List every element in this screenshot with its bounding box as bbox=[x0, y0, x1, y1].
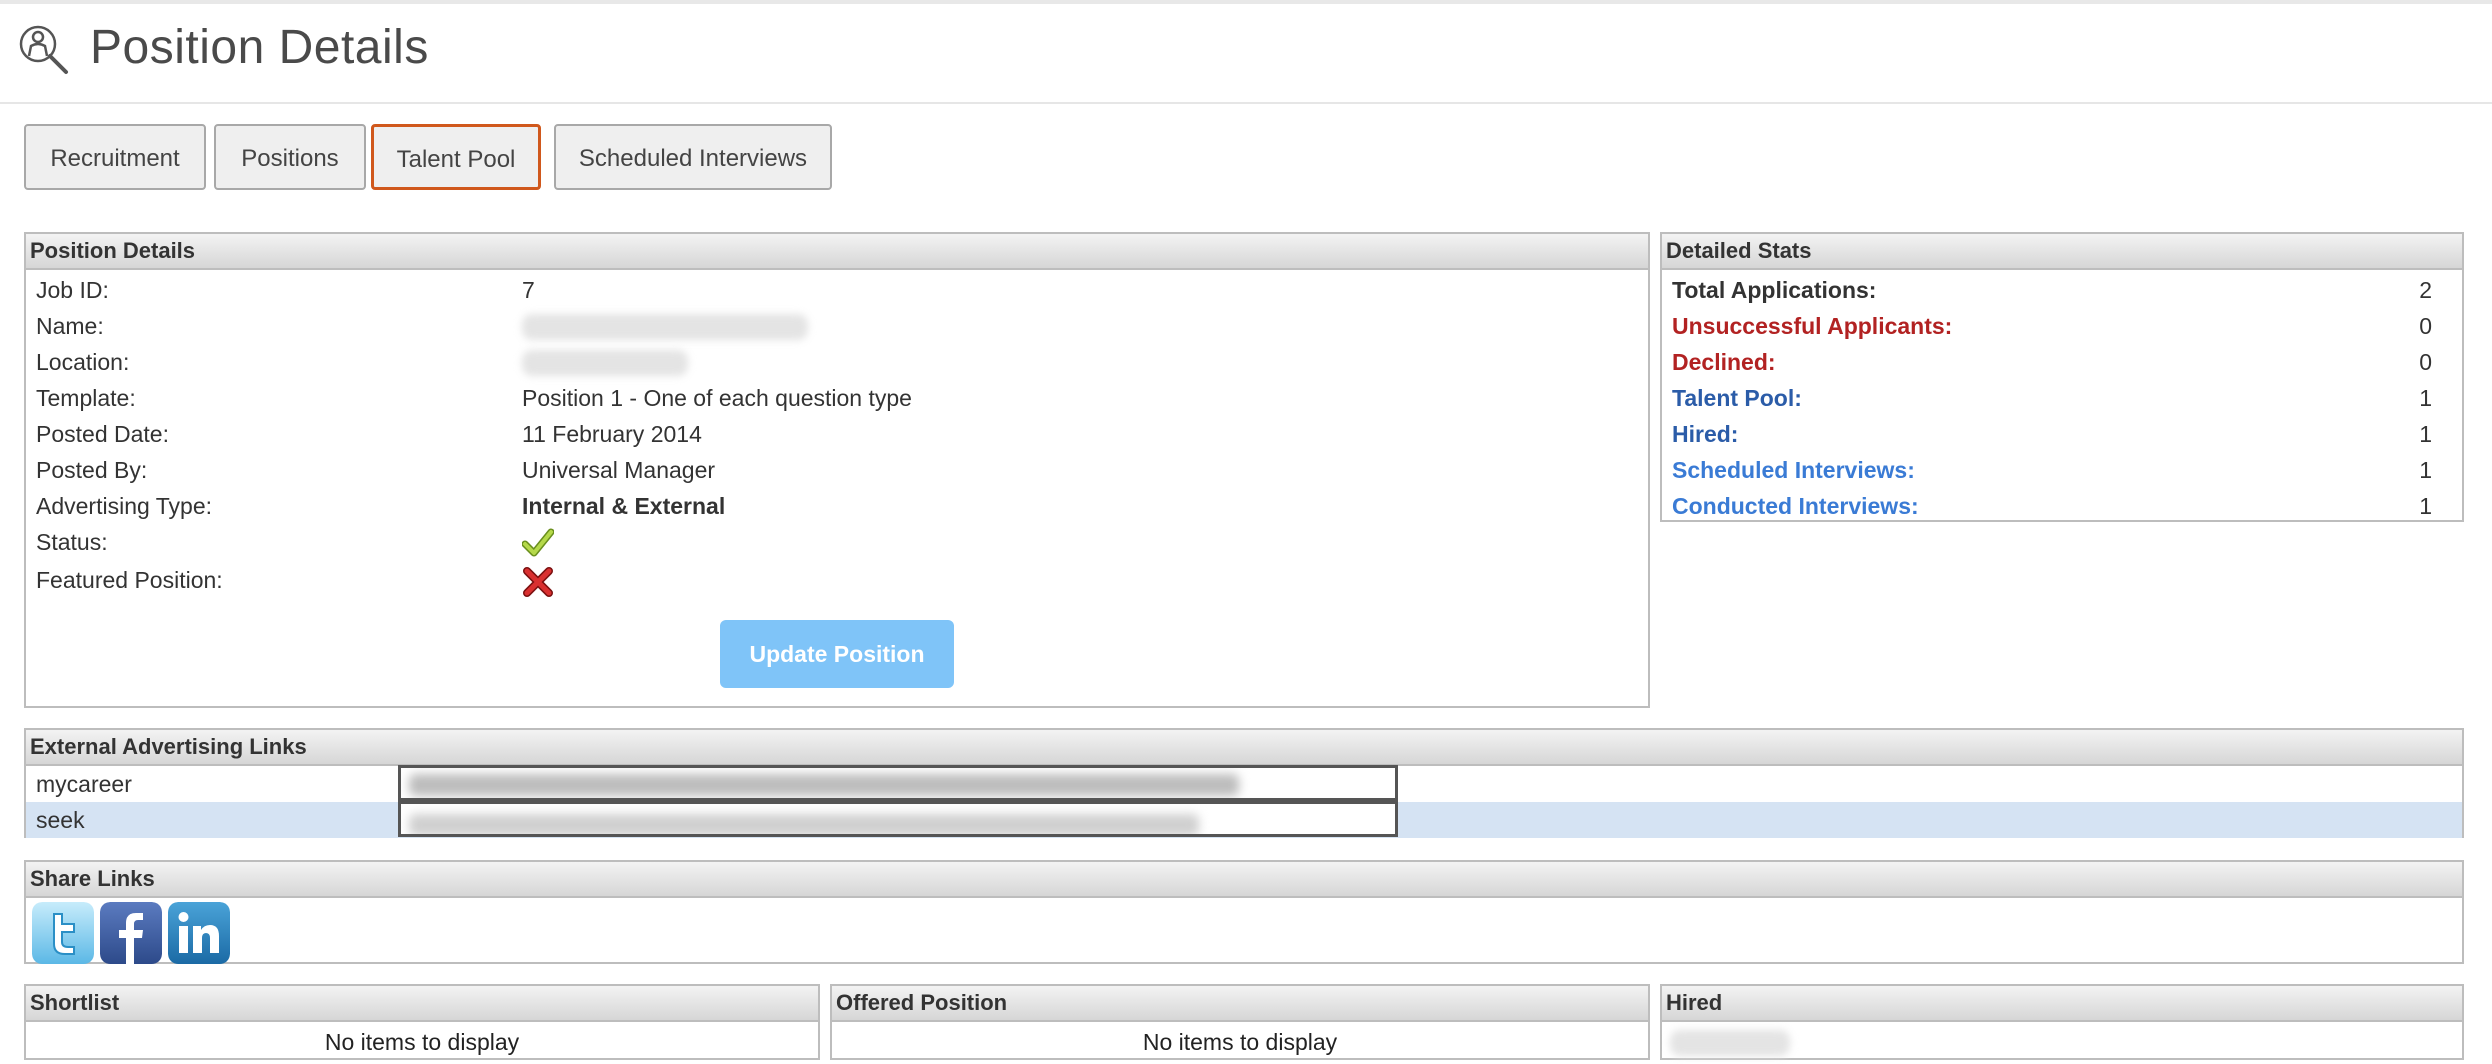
stat-unsuccessful-applicants: Unsuccessful Applicants: 0 bbox=[1662, 308, 2432, 344]
share-links-panel: Share Links bbox=[24, 860, 2464, 964]
stat-declined: Declined: 0 bbox=[1662, 344, 2432, 380]
redacted-hired-entry bbox=[1670, 1030, 1790, 1061]
stat-scheduled-interviews: Scheduled Interviews: 1 bbox=[1662, 452, 2432, 488]
panel-heading: Hired bbox=[1662, 986, 2462, 1022]
twitter-icon[interactable] bbox=[32, 902, 94, 964]
stat-label[interactable]: Hired: bbox=[1672, 416, 1738, 452]
facebook-icon[interactable] bbox=[100, 902, 162, 964]
stat-conducted-interviews: Conducted Interviews: 1 bbox=[1662, 488, 2432, 524]
field-value: Internal & External bbox=[522, 493, 726, 519]
stat-label[interactable]: Declined: bbox=[1672, 344, 1776, 380]
link-label: seek bbox=[36, 807, 85, 833]
stat-talent-pool: Talent Pool: 1 bbox=[1662, 380, 2432, 416]
shortlist-panel: Shortlist No items to display bbox=[24, 984, 820, 1060]
offered-position-panel: Offered Position No items to display bbox=[830, 984, 1650, 1060]
panel-heading: External Advertising Links bbox=[26, 730, 2462, 766]
hired-panel: Hired bbox=[1660, 984, 2464, 1060]
stat-value: 1 bbox=[2419, 493, 2432, 519]
field-label: Location: bbox=[36, 349, 130, 375]
stat-value: 0 bbox=[2419, 313, 2432, 339]
field-value: Position 1 - One of each question type bbox=[522, 385, 912, 411]
update-position-button[interactable]: Update Position bbox=[720, 620, 954, 688]
stat-label[interactable]: Talent Pool: bbox=[1672, 380, 1802, 416]
stat-label[interactable]: Unsuccessful Applicants: bbox=[1672, 308, 1952, 344]
panel-heading: Offered Position bbox=[832, 986, 1648, 1022]
person-search-icon bbox=[19, 25, 68, 74]
stat-value: 0 bbox=[2419, 349, 2432, 375]
redacted-url bbox=[409, 774, 1239, 796]
seek-link-field[interactable] bbox=[398, 801, 1398, 837]
redacted-value bbox=[522, 314, 808, 350]
link-row-seek: seek bbox=[26, 801, 2462, 838]
external-links-panel: External Advertising Links mycareer seek bbox=[24, 728, 2464, 838]
check-icon bbox=[522, 528, 554, 557]
panel-heading: Shortlist bbox=[26, 986, 818, 1022]
empty-message: No items to display bbox=[1142, 1029, 1338, 1055]
tab-positions[interactable]: Positions bbox=[214, 124, 366, 190]
stat-label[interactable]: Scheduled Interviews: bbox=[1672, 452, 1915, 488]
field-label: Status: bbox=[36, 529, 108, 555]
linkedin-icon[interactable] bbox=[168, 902, 230, 964]
field-label: Name: bbox=[36, 313, 104, 339]
field-value: Universal Manager bbox=[522, 457, 716, 483]
stat-value: 2 bbox=[2419, 277, 2432, 303]
panel-heading: Position Details bbox=[26, 234, 1648, 270]
stat-value: 1 bbox=[2419, 457, 2432, 483]
tab-recruitment[interactable]: Recruitment bbox=[24, 124, 206, 190]
link-row-mycareer: mycareer bbox=[26, 765, 2462, 802]
detailed-stats-panel: Detailed Stats Total Applications: 2 Uns… bbox=[1660, 232, 2464, 522]
stat-value: 1 bbox=[2419, 421, 2432, 447]
empty-message: No items to display bbox=[324, 1029, 520, 1055]
tab-talent-pool[interactable]: Talent Pool bbox=[371, 124, 541, 190]
page-header: Position Details bbox=[0, 0, 2492, 104]
stat-label[interactable]: Conducted Interviews: bbox=[1672, 488, 1919, 524]
panel-heading: Detailed Stats bbox=[1662, 234, 2462, 270]
stat-label: Total Applications: bbox=[1672, 277, 1877, 303]
stat-total-applications: Total Applications: 2 bbox=[1662, 272, 2432, 308]
field-value: 7 bbox=[522, 277, 535, 303]
field-label: Posted Date: bbox=[36, 421, 169, 447]
stat-value: 1 bbox=[2419, 385, 2432, 411]
field-value: 11 February 2014 bbox=[522, 421, 702, 447]
tab-scheduled-interviews[interactable]: Scheduled Interviews bbox=[554, 124, 832, 190]
field-label: Job ID: bbox=[36, 277, 109, 303]
field-label: Posted By: bbox=[36, 457, 148, 483]
page-title: Position Details bbox=[90, 21, 429, 74]
link-label: mycareer bbox=[36, 771, 132, 797]
field-label: Featured Position: bbox=[36, 567, 223, 593]
stat-hired: Hired: 1 bbox=[1662, 416, 2432, 452]
panel-heading: Share Links bbox=[26, 862, 2462, 898]
field-label: Template: bbox=[36, 385, 136, 411]
field-label: Advertising Type: bbox=[36, 493, 213, 519]
cross-icon bbox=[523, 567, 553, 597]
mycareer-link-field[interactable] bbox=[398, 765, 1398, 801]
redacted-url bbox=[409, 814, 1199, 834]
